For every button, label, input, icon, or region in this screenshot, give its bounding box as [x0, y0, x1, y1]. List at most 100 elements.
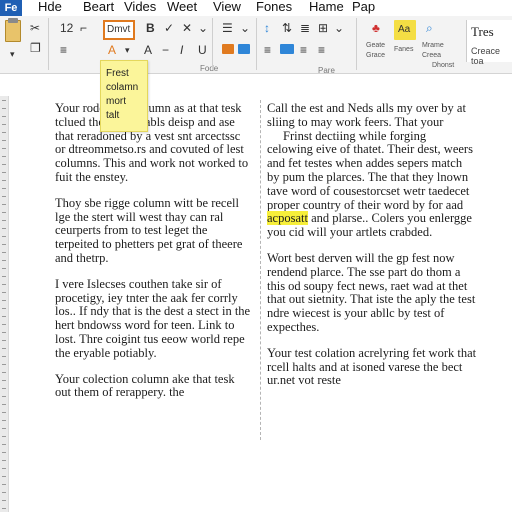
ruler-tick: [2, 220, 6, 221]
ruler-tick: [2, 100, 6, 101]
vertical-ruler: [0, 96, 9, 512]
ruler-tick: [2, 284, 6, 285]
style-aa-icon: Aa: [398, 24, 411, 35]
ruler-tick: [2, 468, 6, 469]
underline-icon[interactable]: U: [198, 44, 207, 56]
chevron-down-icon[interactable]: ⌄: [334, 22, 344, 34]
cut-icon[interactable]: ✂: [30, 22, 40, 34]
ruler-tick: [2, 372, 6, 373]
bullets-icon[interactable]: ☰: [222, 22, 233, 34]
tab-hame[interactable]: Hame: [309, 0, 344, 14]
highlighted-word: acposatt: [267, 211, 308, 226]
tab-file[interactable]: Fe: [0, 0, 22, 16]
tooltip-line: mort: [106, 96, 126, 107]
ribbon-misc-label: Geate: [366, 42, 386, 49]
tooltip-line: Frest: [106, 68, 129, 79]
paragraph-text: celowing eive of thatet. Their dest, wee…: [267, 142, 473, 212]
font-color-icon[interactable]: A: [108, 44, 116, 56]
tab-pap[interactable]: Pap: [352, 0, 375, 14]
ruler-tick: [2, 404, 6, 405]
ribbon-misc-label: Creea: [422, 52, 442, 59]
justify-icon[interactable]: ≡: [318, 44, 325, 56]
separator: [212, 18, 213, 70]
styles-icon[interactable]: ♣: [372, 22, 380, 34]
paste-icon[interactable]: [5, 20, 21, 42]
ruler-tick: [2, 452, 6, 453]
ruler-tick: [2, 244, 6, 245]
grid-icon[interactable]: ⊞: [318, 22, 328, 34]
indented-line: Frinst dectiing while forging: [283, 128, 427, 143]
ruler-tick: [2, 420, 6, 421]
ruler-tick: [2, 412, 6, 413]
align-right-icon[interactable]: ≡: [300, 44, 307, 56]
shading-icon[interactable]: [222, 44, 234, 54]
tooltip-popup: Frest colamn mort talt: [100, 60, 148, 132]
ruler-tick: [2, 356, 6, 357]
align-center-icon[interactable]: [280, 44, 294, 54]
border-icon[interactable]: [238, 44, 250, 54]
minus-icon[interactable]: −: [162, 44, 169, 56]
style-caption[interactable]: Creace toa: [471, 46, 512, 66]
grow-font-icon[interactable]: ⌐: [80, 22, 87, 34]
clear-format-icon[interactable]: ✕: [182, 22, 192, 34]
ruler-tick: [2, 180, 6, 181]
ruler-tick: [2, 388, 6, 389]
sort-icon[interactable]: ⇅: [282, 22, 292, 34]
ruler-tick: [2, 308, 6, 309]
ruler-tick: [2, 156, 6, 157]
paragraph: I vere Islecses couthen take sir of proc…: [55, 276, 251, 360]
ruler-tick: [2, 292, 6, 293]
tab-beart[interactable]: Beart: [83, 0, 114, 14]
ruler-tick: [2, 148, 6, 149]
ruler-tick: [2, 196, 6, 197]
ribbon-misc-label: Grace: [366, 52, 386, 59]
dropdown-icon[interactable]: ▾: [10, 48, 15, 60]
font-size-value[interactable]: 12: [60, 22, 73, 34]
paragraph: Your colection column ake that tesk out …: [55, 371, 235, 400]
document-column-2[interactable]: Call the est and Neds alls my over by at…: [267, 101, 477, 400]
ruler-tick: [2, 268, 6, 269]
ruler-tick: [2, 236, 6, 237]
ruler-tick: [2, 316, 6, 317]
ruler-tick: [2, 276, 6, 277]
style-sample[interactable]: Tres: [471, 24, 494, 40]
tab-fones[interactable]: Fones: [256, 0, 292, 14]
tab-vides[interactable]: Vides: [124, 0, 156, 14]
ruler-tick: [2, 260, 6, 261]
tab-weet[interactable]: Weet: [167, 0, 197, 14]
find-icon[interactable]: ⌕: [426, 22, 433, 34]
ruler-tick: [2, 124, 6, 125]
paragraph-text: Call the est and Neds alls my over by at…: [267, 101, 466, 129]
ribbon-toolbar: ✂ ❐ ▾ 12 ⌐ Dmvt B ✓ ✕ ⌄ ≡ A ▾ A − I U Fo…: [0, 16, 512, 75]
chevron-down-icon[interactable]: ⌄: [198, 22, 208, 34]
dropdown-icon[interactable]: ▾: [125, 44, 130, 56]
align-left-icon[interactable]: ≡: [264, 44, 271, 56]
paragraph: Thoy sbe rigge column witt be recell lge…: [55, 195, 243, 265]
style-gallery[interactable]: Tres Creace toa: [466, 20, 512, 66]
ruler-tick: [2, 204, 6, 205]
tooltip-line: colamn: [106, 82, 139, 93]
ruler-tick: [2, 108, 6, 109]
separator: [356, 18, 357, 70]
ruler-tick: [2, 348, 6, 349]
multilevel-list-icon[interactable]: ≣: [300, 22, 310, 34]
tab-hide[interactable]: Hde: [38, 0, 62, 14]
ruler-tick: [2, 164, 6, 165]
check-icon[interactable]: ✓: [164, 22, 174, 34]
bold-icon[interactable]: B: [146, 22, 155, 34]
italic-icon[interactable]: I: [180, 44, 183, 56]
text-effect-icon[interactable]: A: [144, 44, 152, 56]
ruler-tick: [2, 460, 6, 461]
ruler-tick: [2, 380, 6, 381]
ruler-tick: [2, 228, 6, 229]
line-spacing-icon[interactable]: ↕: [264, 22, 270, 34]
copy-icon[interactable]: ❐: [30, 42, 41, 54]
font-name-box[interactable]: Dmvt: [103, 20, 135, 40]
align-icon[interactable]: ≡: [60, 44, 67, 56]
ruler-tick: [2, 340, 6, 341]
document-column-1[interactable]: Your rodes test column as at that tesk t…: [55, 101, 251, 412]
ribbon-misc-label: Mrame: [422, 42, 444, 49]
chevron-down-icon[interactable]: ⌄: [240, 22, 250, 34]
ruler-tick: [2, 252, 6, 253]
tab-view[interactable]: View: [213, 0, 241, 14]
